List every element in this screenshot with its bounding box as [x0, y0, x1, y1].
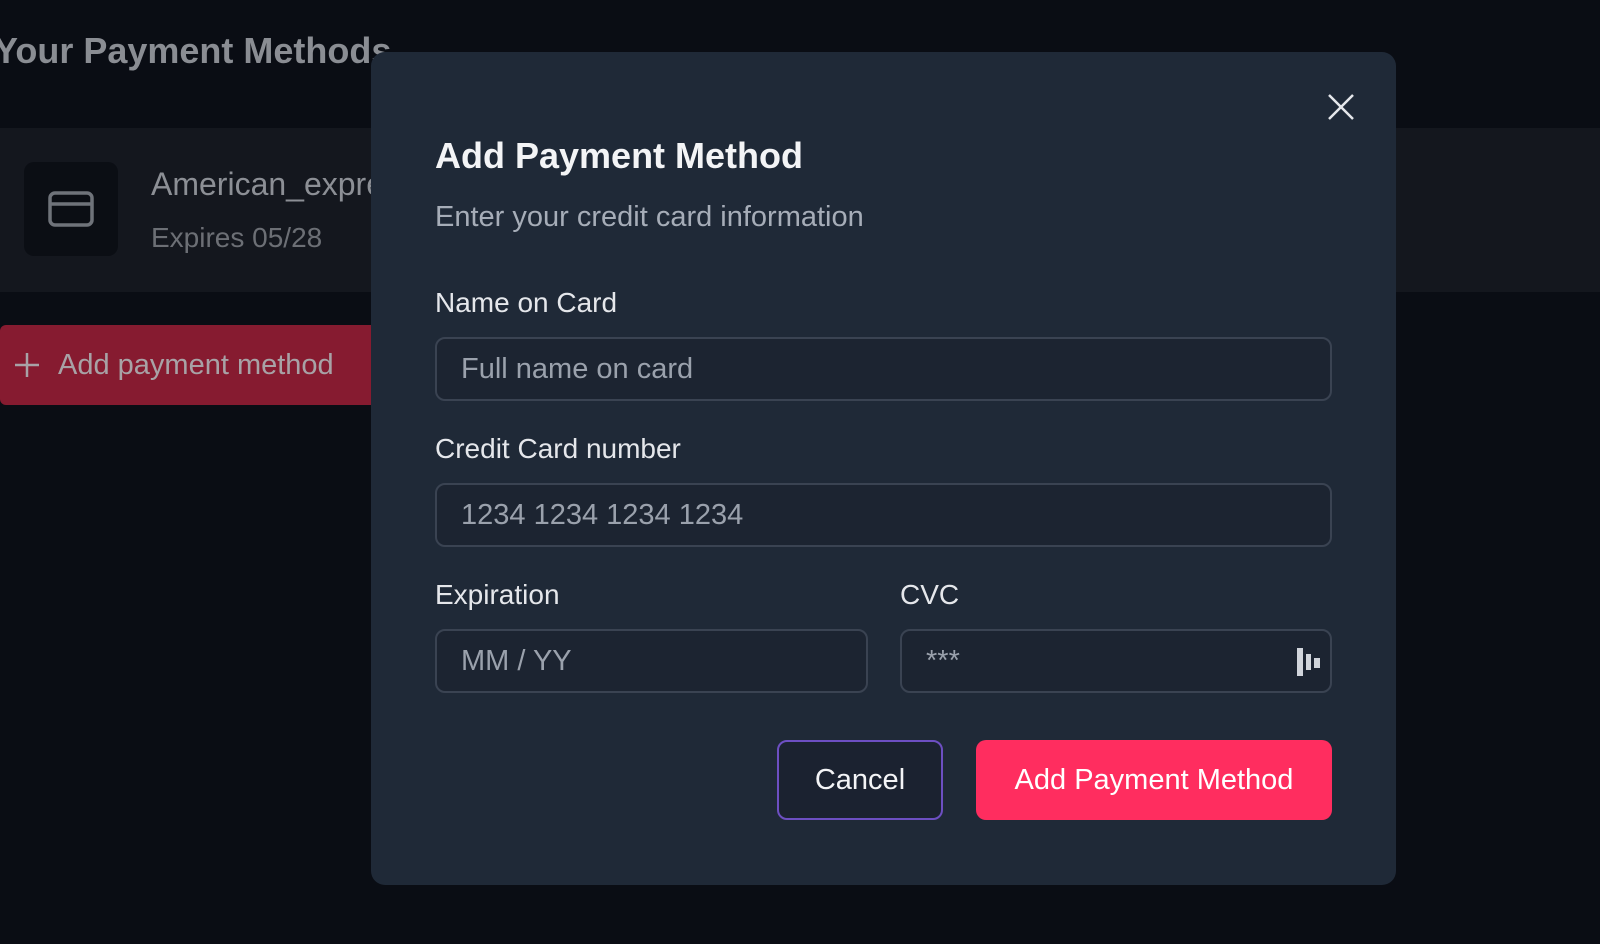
card-number-label: Credit Card number	[435, 433, 681, 464]
name-on-card-input[interactable]	[435, 337, 1332, 401]
credit-card-icon	[24, 162, 118, 256]
add-payment-method-button[interactable]: Add payment method	[0, 325, 380, 405]
add-payment-method-submit-button[interactable]: Add Payment Method	[976, 740, 1332, 820]
modal-subtitle: Enter your credit card information	[435, 201, 864, 233]
add-payment-method-label: Add payment method	[58, 348, 334, 381]
cvc-input[interactable]	[900, 629, 1332, 693]
cancel-button[interactable]: Cancel	[777, 740, 943, 820]
page-title: Your Payment Methods	[0, 30, 392, 71]
card-back-icon	[1295, 646, 1323, 678]
expiration-input[interactable]	[435, 629, 868, 693]
expiration-label: Expiration	[435, 579, 560, 610]
cvc-label: CVC	[900, 579, 960, 610]
close-icon[interactable]	[1323, 89, 1359, 125]
saved-card-expiry: Expires 05/28	[151, 222, 323, 253]
payment-methods-page: Your Payment Methods American_express Ex…	[0, 0, 1600, 944]
name-on-card-label: Name on Card	[435, 287, 618, 318]
modal-title: Add Payment Method	[435, 135, 804, 176]
add-payment-modal: Add Payment Method Enter your credit car…	[371, 52, 1396, 885]
card-number-input[interactable]	[435, 483, 1332, 547]
plus-icon	[15, 353, 39, 377]
